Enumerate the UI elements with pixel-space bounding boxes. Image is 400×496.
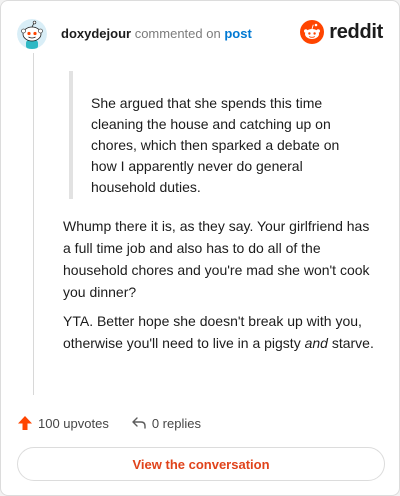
user-avatar[interactable] [17, 19, 47, 49]
upvote-count: 100 upvotes [38, 415, 109, 431]
reddit-brand[interactable]: reddit [300, 20, 383, 44]
reddit-snoo-icon [300, 20, 325, 44]
comment-embed-card: doxydejour commented on post reddit She … [0, 0, 400, 496]
comment-paragraph-2: YTA. Better hope she doesn't break up wi… [63, 310, 375, 354]
thread-line [33, 53, 34, 395]
replies-button[interactable]: 0 replies [131, 415, 201, 431]
comment-actions: 100 upvotes 0 replies [17, 415, 201, 431]
comment-paragraph-1: Whump there it is, as they say. Your gir… [63, 218, 370, 300]
reply-arrow-icon [132, 417, 146, 429]
post-link[interactable]: post [224, 26, 251, 41]
reddit-wordmark: reddit [329, 20, 383, 43]
quoted-text: She argued that she spends this time cle… [69, 71, 359, 199]
reply-count: 0 replies [151, 415, 201, 431]
paragraph-2-text-end: starve. [327, 335, 374, 351]
action-text: commented on [134, 26, 221, 41]
snoo-avatar-icon [17, 19, 47, 49]
upvote-arrow-icon [18, 416, 32, 430]
upvote-button[interactable]: 100 upvotes [17, 415, 109, 431]
paragraph-2-emphasis: and [304, 335, 328, 351]
comment-header: doxydejour commented on post reddit [17, 17, 383, 51]
username-link[interactable]: doxydejour [61, 26, 131, 41]
comment-meta: doxydejour commented on post [61, 26, 252, 42]
view-conversation-button[interactable]: View the conversation [17, 447, 385, 481]
